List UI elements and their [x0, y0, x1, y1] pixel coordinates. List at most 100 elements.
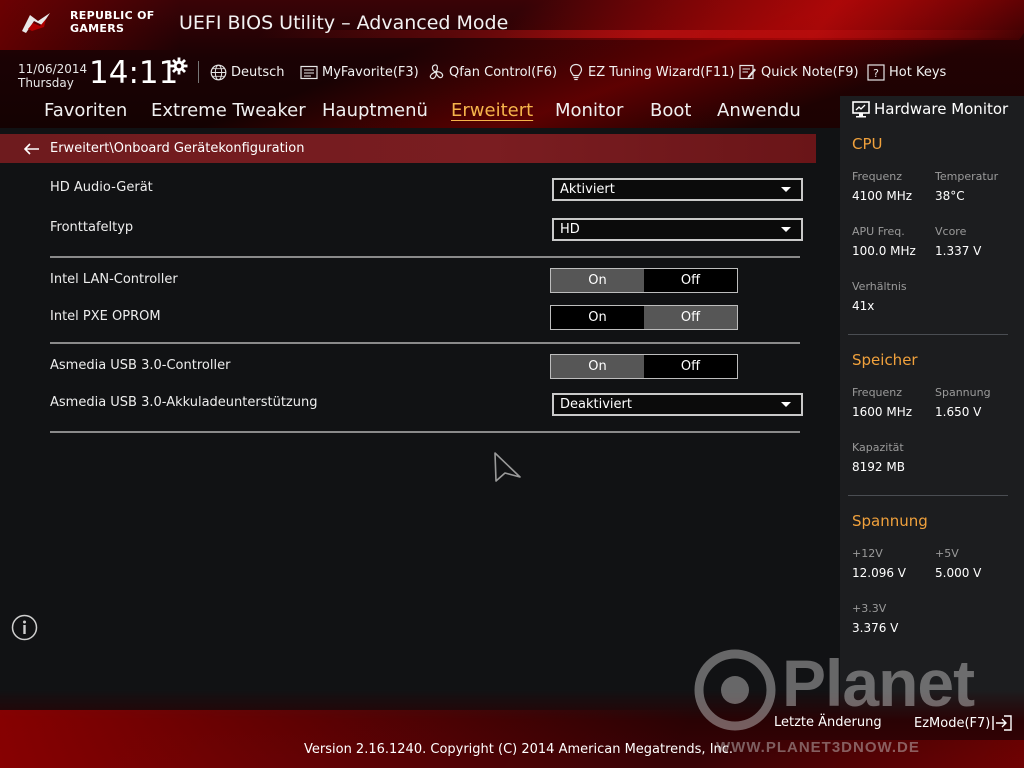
fan-icon [429, 64, 444, 80]
favorite-icon [300, 65, 318, 79]
brand-line1: REPUBLIC OF [70, 9, 155, 22]
mem-volt-label: Spannung [935, 386, 991, 399]
breadcrumb[interactable]: Erweitert\Onboard Gerätekonfiguration [0, 134, 816, 163]
section-divider [50, 342, 800, 344]
vcore-label: Vcore [935, 225, 967, 238]
asmedia-usb-on[interactable]: On [551, 355, 644, 378]
cpu-temp-label: Temperatur [935, 170, 999, 183]
exit-icon [992, 715, 1013, 731]
hw-divider [848, 334, 1008, 335]
date-text: 11/06/2014 [18, 62, 88, 76]
hd-audio-value: Aktiviert [560, 182, 615, 197]
info-icon[interactable] [11, 614, 38, 641]
asmedia-charging-label: Asmedia USB 3.0-Akkuladeunterstützung [50, 395, 318, 410]
watermark-subtext: WWW.PLANET3DNOW.DE [716, 739, 920, 756]
section-divider [50, 431, 800, 433]
ratio-value: 41x [852, 299, 875, 313]
header-separator [198, 61, 199, 83]
mem-cap-label: Kapazität [852, 441, 904, 454]
intel-pxe-on[interactable]: On [551, 306, 644, 329]
chevron-down-icon [781, 402, 791, 407]
tab-boot[interactable]: Boot [650, 100, 691, 121]
front-panel-dropdown[interactable]: HD [552, 218, 803, 241]
mem-freq-value: 1600 MHz [852, 405, 913, 419]
breadcrumb-text: Erweitert\Onboard Gerätekonfiguration [50, 141, 305, 156]
ezmode-button[interactable]: EzMode(F7) [914, 715, 1013, 731]
ratio-label: Verhältnis [852, 280, 907, 293]
vcore-value: 1.337 V [935, 244, 982, 258]
mem-freq-label: Frequenz [852, 386, 903, 399]
v5-label: +5V [935, 547, 959, 560]
ez-tuning-button[interactable]: EZ Tuning Wizard(F11) [568, 62, 734, 82]
svg-text:?: ? [873, 67, 879, 80]
tab-favoriten[interactable]: Favoriten [44, 100, 127, 121]
planet-logo-icon [694, 649, 776, 731]
hardware-monitor-title: Hardware Monitor [852, 100, 1008, 118]
hd-audio-dropdown[interactable]: Aktiviert [552, 178, 803, 201]
tab-hauptmenue[interactable]: Hauptmenü [322, 100, 428, 121]
section-divider [50, 256, 800, 258]
tab-anwendung[interactable]: Anwendu [717, 100, 801, 121]
intel-pxe-off[interactable]: Off [644, 306, 737, 329]
v12-value: 12.096 V [852, 566, 907, 580]
hot-keys-button[interactable]: ? Hot Keys [867, 62, 946, 82]
main-tabs: Favoriten Extreme Tweaker Hauptmenü Erwe… [0, 96, 835, 126]
tab-erweitert[interactable]: Erweitert [451, 100, 533, 121]
ez-tuning-label: EZ Tuning Wizard(F11) [588, 64, 735, 80]
mouse-cursor-icon [494, 452, 521, 482]
version-text: Version 2.16.1240. Copyright (C) 2014 Am… [304, 742, 734, 757]
intel-lan-off[interactable]: Off [644, 269, 737, 292]
memory-section-title: Speicher [852, 351, 918, 369]
watermark-text: Planet [782, 646, 975, 720]
cpu-freq-value: 4100 MHz [852, 189, 913, 203]
apu-freq-label: APU Freq. [852, 225, 905, 238]
hd-audio-label: HD Audio-Gerät [50, 180, 153, 195]
cpu-temp-value: 38°C [935, 189, 965, 203]
last-change-button[interactable]: Letzte Änderung [774, 715, 882, 730]
myfavorite-button[interactable]: MyFavorite(F3) [300, 62, 419, 82]
note-icon [739, 64, 756, 79]
v33-value: 3.376 V [852, 621, 899, 635]
help-icon: ? [867, 63, 885, 81]
intel-lan-label: Intel LAN-Controller [50, 272, 178, 287]
hardware-monitor-label: Hardware Monitor [874, 100, 1009, 118]
front-panel-label: Fronttafeltyp [50, 220, 134, 235]
bulb-icon [569, 63, 583, 81]
language-button[interactable]: Deutsch [210, 62, 285, 82]
hw-divider [848, 495, 1008, 496]
asmedia-charging-dropdown[interactable]: Deaktiviert [552, 393, 803, 416]
quick-note-button[interactable]: Quick Note(F9) [739, 62, 859, 82]
globe-icon [210, 64, 227, 80]
intel-pxe-toggle[interactable]: On Off [550, 305, 738, 330]
myfavorite-label: MyFavorite(F3) [322, 64, 419, 80]
hot-keys-label: Hot Keys [889, 64, 947, 80]
tab-monitor[interactable]: Monitor [555, 100, 623, 121]
monitor-icon [852, 101, 870, 118]
intel-lan-toggle[interactable]: On Off [550, 268, 738, 293]
asmedia-charging-value: Deaktiviert [560, 397, 632, 412]
tab-extreme-tweaker[interactable]: Extreme Tweaker [151, 100, 306, 121]
asmedia-usb-off[interactable]: Off [644, 355, 737, 378]
qfan-button[interactable]: Qfan Control(F6) [427, 62, 557, 82]
asmedia-usb-label: Asmedia USB 3.0-Controller [50, 358, 231, 373]
v5-value: 5.000 V [935, 566, 982, 580]
date-block: 11/06/2014 Thursday [18, 62, 87, 90]
asmedia-usb-toggle[interactable]: On Off [550, 354, 738, 379]
language-label: Deutsch [231, 64, 285, 80]
intel-pxe-label: Intel PXE OPROM [50, 309, 161, 324]
quick-note-label: Quick Note(F9) [761, 64, 859, 80]
app-title: UEFI BIOS Utility – Advanced Mode [179, 12, 509, 34]
v12-label: +12V [852, 547, 883, 560]
gear-icon[interactable] [170, 57, 188, 75]
cpu-section-title: CPU [852, 135, 883, 153]
rog-logo [22, 13, 50, 33]
clock-time: 14:11 [89, 55, 179, 91]
back-arrow-icon[interactable] [24, 142, 40, 155]
intel-lan-on[interactable]: On [551, 269, 644, 292]
cpu-freq-label: Frequenz [852, 170, 903, 183]
front-panel-value: HD [560, 222, 580, 237]
brand-line2: GAMERS [70, 22, 125, 35]
ezmode-label: EzMode(F7) [914, 715, 991, 731]
voltage-section-title: Spannung [852, 512, 928, 530]
watermark: Planet WWW.PLANET3DNOW.DE [694, 645, 1014, 756]
